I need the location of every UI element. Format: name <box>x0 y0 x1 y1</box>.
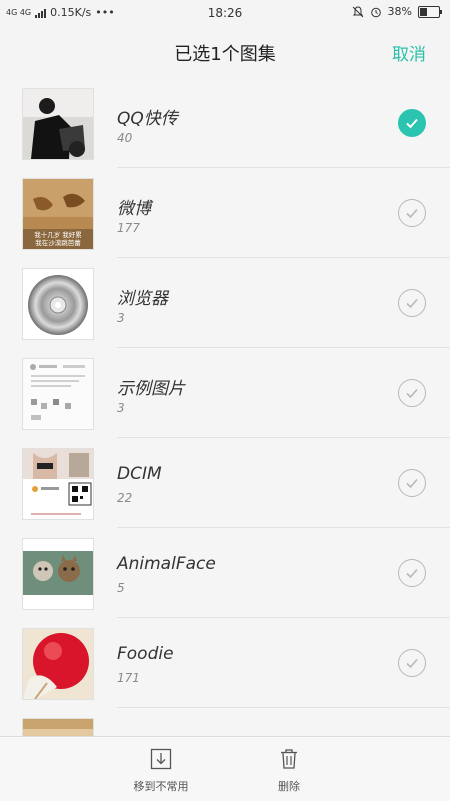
bell-off-icon <box>352 5 363 17</box>
album-row-foodie[interactable]: Foodie 171 <box>0 618 450 708</box>
album-name: 示例图片 <box>117 379 185 399</box>
unselected-check-icon[interactable] <box>398 199 426 227</box>
delete-button[interactable]: 删除 <box>244 747 334 794</box>
album-list[interactable]: QQ快传 40 我十几岁 我好累 我在沙漠跳芭蕾 微博 177 浏览器 3 示例… <box>0 78 450 736</box>
album-count: 22 <box>117 491 133 505</box>
album-name: AnimalFace <box>117 554 216 574</box>
status-right: 38% <box>352 5 442 18</box>
move-to-uncommon-button[interactable]: 移到不常用 <box>116 747 206 794</box>
album-count: 171 <box>117 671 140 685</box>
battery-icon <box>418 5 442 18</box>
album-count: 177 <box>117 221 140 235</box>
page-title: 已选1个图集 <box>174 44 276 65</box>
album-name: Foodie <box>117 644 174 664</box>
album-count: 3 <box>117 401 125 415</box>
delete-label: 删除 <box>278 780 300 793</box>
unselected-check-icon[interactable] <box>398 559 426 587</box>
unselected-check-icon[interactable] <box>398 469 426 497</box>
svg-text:我在沙漠跳芭蕾: 我在沙漠跳芭蕾 <box>35 238 81 247</box>
album-row-dcim[interactable]: DCIM 22 <box>0 438 450 528</box>
cancel-button[interactable]: 取消 <box>392 40 426 65</box>
trash-icon <box>281 749 297 769</box>
svg-text:我十几岁 我好累: 我十几岁 我好累 <box>34 230 82 239</box>
selected-check-icon[interactable] <box>398 109 426 137</box>
selection-header: 已选1个图集 取消 <box>0 26 450 78</box>
album-row-animalface[interactable]: AnimalFace 5 <box>0 528 450 618</box>
album-row-weibo[interactable]: 我十几岁 我好累 我在沙漠跳芭蕾 微博 177 <box>0 168 450 258</box>
album-count: 3 <box>117 311 125 325</box>
album-thumbnail <box>22 538 94 610</box>
album-thumbnail <box>22 88 94 160</box>
album-count: 5 <box>117 581 125 595</box>
album-thumbnail <box>22 268 94 340</box>
album-thumbnail <box>22 448 94 520</box>
unselected-check-icon[interactable] <box>398 289 426 317</box>
album-name: 浏览器 <box>117 289 168 309</box>
album-thumbnail <box>22 628 94 700</box>
album-row-partial[interactable] <box>0 708 450 736</box>
alarm-icon <box>370 7 381 17</box>
battery-percent: 38% <box>387 5 412 18</box>
unselected-check-icon[interactable] <box>398 649 426 677</box>
album-thumbnail <box>22 358 94 430</box>
status-bar: 4G 4G 0.15K/s ••• 18:26 38% <box>0 0 450 26</box>
album-row-qq[interactable]: QQ快传 40 <box>0 78 450 168</box>
unselected-check-icon[interactable] <box>398 379 426 407</box>
album-name: QQ快传 <box>117 109 178 129</box>
album-thumbnail <box>22 718 94 736</box>
album-count: 40 <box>117 131 133 145</box>
album-name: DCIM <box>117 464 162 484</box>
album-thumbnail: 我十几岁 我好累 我在沙漠跳芭蕾 <box>22 178 94 250</box>
album-name: 微博 <box>117 199 151 219</box>
bottom-action-bar: 移到不常用 删除 <box>0 736 450 801</box>
move-label: 移到不常用 <box>133 780 189 793</box>
album-row-sample[interactable]: 示例图片 3 <box>0 348 450 438</box>
album-row-browser[interactable]: 浏览器 3 <box>0 258 450 348</box>
move-down-icon <box>150 748 172 770</box>
